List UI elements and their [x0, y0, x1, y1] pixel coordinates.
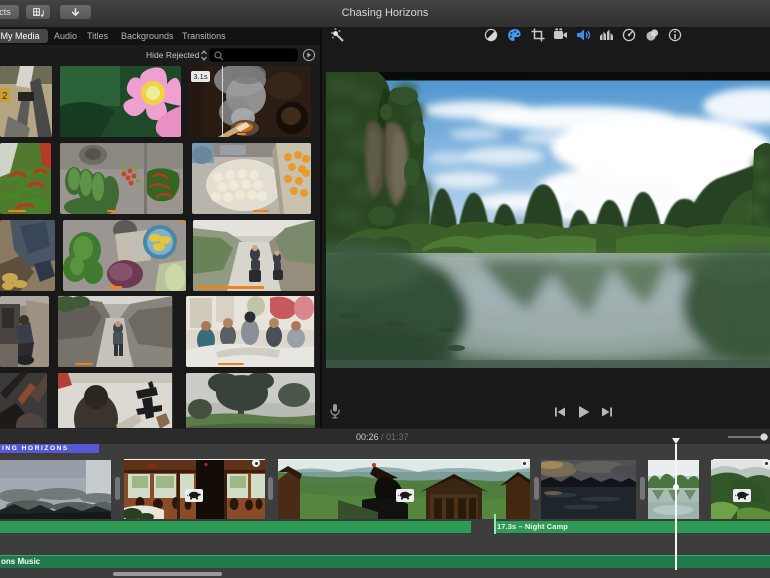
svg-text:2: 2 [2, 91, 8, 102]
